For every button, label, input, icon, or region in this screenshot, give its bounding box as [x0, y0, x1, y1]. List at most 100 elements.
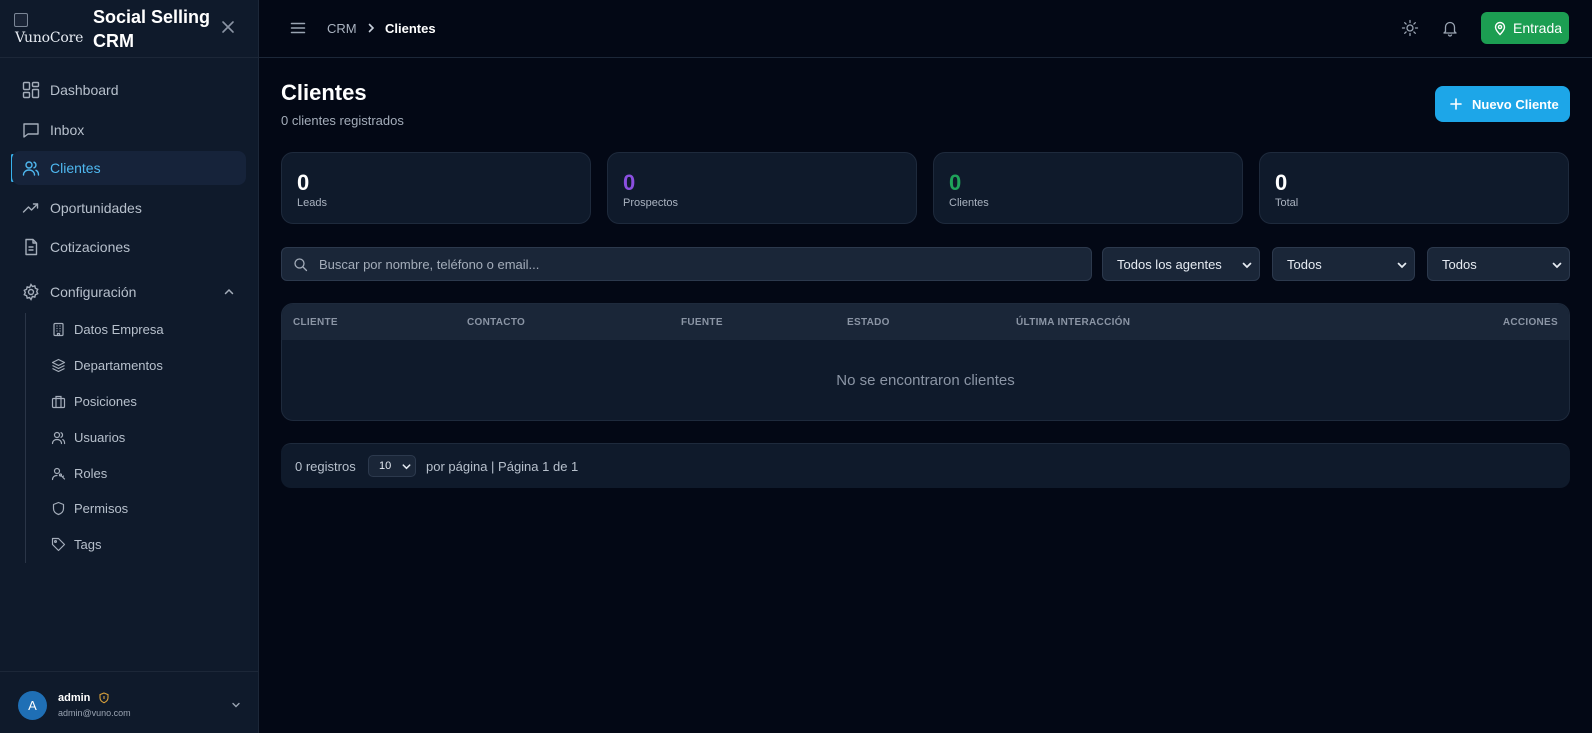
page-title: Clientes [281, 80, 367, 105]
sidebar-item-label: Clientes [50, 160, 101, 176]
sidebar-subitem-usuarios[interactable]: Usuarios [48, 424, 238, 450]
stat-card-total: 0 Total [1259, 152, 1569, 224]
sidebar-item-label: Configuración [50, 284, 137, 300]
chevron-down-icon [1241, 259, 1253, 271]
source-select-value: Todos [1287, 257, 1322, 272]
user-email: admin@vuno.com [58, 708, 131, 718]
entrada-label: Entrada [1513, 20, 1563, 36]
stat-card-leads: 0 Leads [281, 152, 591, 224]
status-select[interactable]: Todos [1427, 247, 1570, 281]
user-menu[interactable]: A admin admin@vuno.com [0, 671, 259, 733]
topbar: CRM Clientes Entrada [259, 0, 1592, 58]
sidebar-item-label: Inbox [50, 122, 85, 138]
sidebar: VunoCore Social Selling CRM Dashboard In… [0, 0, 259, 733]
agent-select[interactable]: Todos los agentes [1102, 247, 1260, 281]
close-icon[interactable] [218, 17, 238, 37]
chevron-down-icon [1396, 259, 1408, 271]
sidebar-item-clientes[interactable]: Clientes [12, 151, 246, 185]
broken-image-icon [14, 13, 28, 27]
briefcase-icon [51, 394, 66, 409]
source-select[interactable]: Todos [1272, 247, 1415, 281]
new-client-button[interactable]: Nuevo Cliente [1435, 86, 1570, 122]
per-page-value: 10 [379, 460, 392, 472]
user-name: admin [58, 692, 91, 704]
sidebar-item-label: Dashboard [50, 82, 119, 98]
sun-icon[interactable] [1401, 19, 1419, 37]
logo-alt-text: VunoCore [15, 30, 84, 46]
sidebar-item-configuracion[interactable]: Configuración [12, 275, 246, 309]
avatar: A [18, 691, 47, 720]
stat-value: 0 [297, 170, 310, 195]
shield-icon [51, 501, 66, 516]
column-header-acciones: ACCIONES [1502, 317, 1558, 328]
plus-icon [1449, 97, 1463, 111]
stat-card-clientes: 0 Clientes [933, 152, 1243, 224]
bell-icon[interactable] [1441, 19, 1459, 37]
sidebar-item-inbox[interactable]: Inbox [12, 113, 246, 147]
sidebar-item-cotizaciones[interactable]: Cotizaciones [12, 230, 246, 264]
dashboard-icon [22, 81, 40, 99]
document-icon [22, 238, 40, 256]
status-select-value: Todos [1442, 257, 1477, 272]
chevron-up-icon[interactable] [222, 285, 236, 299]
column-header-estado[interactable]: ESTADO [847, 317, 890, 328]
breadcrumb-current: Clientes [385, 21, 436, 36]
stat-label: Clientes [949, 197, 989, 209]
hamburger-menu-icon[interactable] [289, 19, 307, 37]
shield-badge-icon [98, 692, 110, 704]
sidebar-subitem-label: Tags [74, 537, 102, 552]
map-pin-icon [1492, 20, 1508, 36]
records-count: 0 registros [295, 459, 356, 474]
column-header-fuente[interactable]: FUENTE [681, 317, 723, 328]
page-subtitle: 0 clientes registrados [281, 113, 404, 128]
sidebar-subitem-label: Usuarios [74, 430, 126, 445]
breadcrumb-crm[interactable]: CRM [327, 21, 357, 36]
per-page-select[interactable]: 10 [368, 455, 416, 477]
chevron-down-icon [1551, 259, 1563, 271]
stat-label: Total [1275, 197, 1299, 209]
stat-label: Prospectos [623, 197, 679, 209]
table-header: CLIENTE CONTACTO FUENTE ESTADO ÚLTIMA IN… [282, 304, 1569, 340]
building-icon [51, 322, 66, 337]
sidebar-subitem-posiciones[interactable]: Posiciones [48, 388, 238, 414]
new-client-label: Nuevo Cliente [1472, 97, 1559, 112]
sidebar-item-label: Cotizaciones [50, 239, 131, 255]
sidebar-header: VunoCore Social Selling CRM [0, 0, 259, 58]
user-key-icon [51, 466, 66, 481]
app-title: Social Selling CRM [93, 7, 211, 51]
sidebar-subitem-label: Roles [74, 466, 108, 481]
trending-icon [22, 199, 40, 217]
chevron-down-icon[interactable] [230, 699, 242, 711]
chevron-right-icon [365, 22, 377, 34]
sidebar-item-dashboard[interactable]: Dashboard [12, 73, 246, 107]
page-summary: por página | Página 1 de 1 [426, 459, 579, 474]
stat-value: 0 [1275, 170, 1288, 195]
sidebar-subitem-roles[interactable]: Roles [48, 460, 238, 486]
agent-select-value: Todos los agentes [1117, 257, 1222, 272]
layers-icon [51, 358, 66, 373]
sidebar-subitem-label: Permisos [74, 501, 129, 516]
search-input[interactable]: Buscar por nombre, teléfono o email... [281, 247, 1092, 281]
logo[interactable]: VunoCore [14, 13, 88, 46]
stat-card-prospectos: 0 Prospectos [607, 152, 917, 224]
sidebar-subitem-departamentos[interactable]: Departamentos [48, 352, 238, 378]
tag-icon [51, 537, 66, 552]
sidebar-subitem-datos-empresa[interactable]: Datos Empresa [48, 316, 238, 342]
column-header-contacto[interactable]: CONTACTO [467, 317, 525, 328]
stat-value: 0 [949, 170, 962, 195]
sidebar-item-label: Oportunidades [50, 200, 142, 216]
stat-label: Leads [297, 197, 327, 209]
column-header-ultima-interaccion[interactable]: ÚLTIMA INTERACCIÓN [1016, 317, 1130, 328]
sidebar-subitem-label: Datos Empresa [74, 322, 164, 337]
inbox-icon [22, 121, 40, 139]
search-placeholder: Buscar por nombre, teléfono o email... [319, 257, 540, 272]
clients-table: CLIENTE CONTACTO FUENTE ESTADO ÚLTIMA IN… [281, 303, 1570, 421]
chevron-down-icon [401, 461, 412, 472]
submenu-divider [25, 313, 26, 563]
empty-state-message: No se encontraron clientes [836, 372, 1015, 389]
sidebar-subitem-tags[interactable]: Tags [48, 531, 238, 557]
sidebar-subitem-permisos[interactable]: Permisos [48, 495, 238, 521]
sidebar-item-oportunidades[interactable]: Oportunidades [12, 191, 246, 225]
column-header-cliente[interactable]: CLIENTE [293, 317, 338, 328]
entrada-button[interactable]: Entrada [1481, 12, 1569, 44]
